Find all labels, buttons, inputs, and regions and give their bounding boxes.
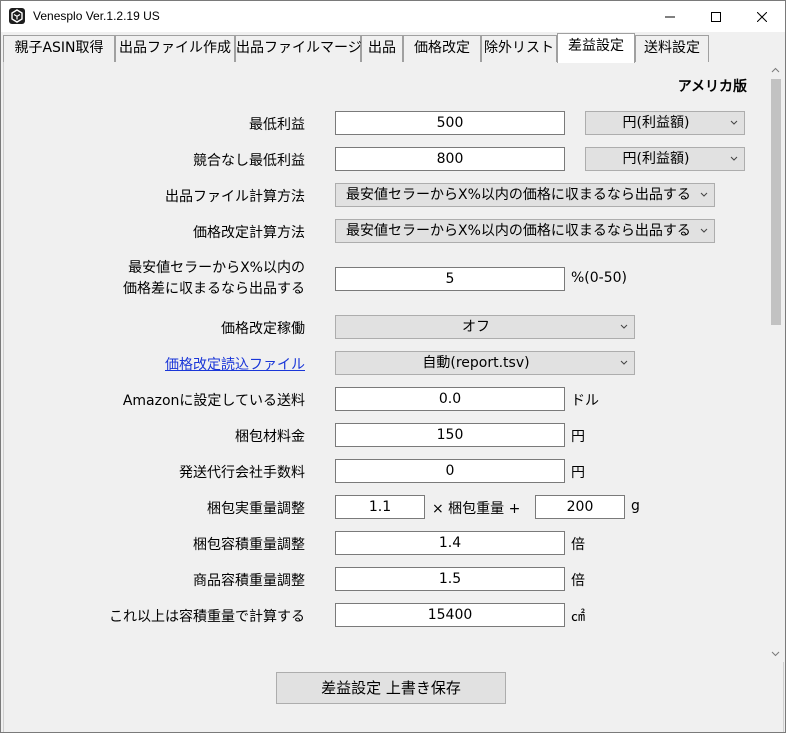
actual-weight-addend-input[interactable]: 200 <box>535 495 625 519</box>
chevron-down-icon <box>700 192 708 197</box>
amazon-shipping-unit: ドル <box>571 393 599 409</box>
app-logo-icon <box>9 8 25 24</box>
min-profit-label: 最低利益 <box>249 117 305 133</box>
price-revision-file-select[interactable]: 自動(report.tsv) <box>335 351 635 375</box>
min-profit-no-comp-unit-value: 円(利益額) <box>622 151 690 167</box>
price-revision-active-label: 価格改定稼働 <box>221 321 305 337</box>
volume-weight-adj-label: 梱包容積重量調整 <box>193 537 305 553</box>
within-pct-input[interactable]: 5 <box>335 267 565 291</box>
tab-parent-asin[interactable]: 親子ASIN取得 <box>3 35 115 62</box>
min-profit-no-comp-input[interactable]: 800 <box>335 147 565 171</box>
tab-merge-listing-file[interactable]: 出品ファイルマージ <box>235 35 362 62</box>
within-pct-label: 最安値セラーからX%以内の 価格差に収まるなら出品する <box>123 258 305 300</box>
amazon-shipping-label: Amazonに設定している送料 <box>122 393 305 409</box>
price-revision-active-select[interactable]: オフ <box>335 315 635 339</box>
price-calc-select[interactable]: 最安値セラーからX%以内の価格に収まるなら出品する <box>335 219 715 243</box>
min-profit-no-comp-unit-select[interactable]: 円(利益額) <box>585 147 745 171</box>
volume-threshold-input[interactable]: 15400 <box>335 603 565 627</box>
tab-price-revision[interactable]: 価格改定 <box>403 35 481 62</box>
chevron-down-icon <box>620 324 628 329</box>
actual-weight-adj-label: 梱包実重量調整 <box>207 501 305 517</box>
minimize-icon <box>665 16 675 17</box>
agent-fee-unit: 円 <box>571 465 585 481</box>
price-revision-file-link[interactable]: 価格改定読込ファイル <box>165 354 305 374</box>
agent-fee-label: 発送代行会社手数料 <box>179 465 305 481</box>
listing-calc-value: 最安値セラーからX%以内の価格に収まるなら出品する <box>346 187 691 203</box>
volume-threshold-unit: ㎠ <box>571 609 585 625</box>
price-calc-label: 価格改定計算方法 <box>193 225 305 241</box>
listing-calc-select[interactable]: 最安値セラーからX%以内の価格に収まるなら出品する <box>335 183 715 207</box>
product-volume-adj-label: 商品容積重量調整 <box>193 573 305 589</box>
min-profit-input[interactable]: 500 <box>335 111 565 135</box>
min-profit-no-comp-label: 競合なし最低利益 <box>193 153 305 169</box>
actual-weight-unit: g <box>631 498 640 514</box>
chevron-down-icon <box>700 228 708 233</box>
min-profit-unit-value: 円(利益額) <box>622 115 690 131</box>
tab-create-listing-file[interactable]: 出品ファイル作成 <box>115 35 235 62</box>
window-title: Venesplo Ver.1.2.19 US <box>33 9 160 23</box>
within-pct-unit: %(0-50) <box>571 270 627 286</box>
close-icon <box>757 11 767 22</box>
app-window: Venesplo Ver.1.2.19 US 親子ASIN取得 出品ファイル作成… <box>0 0 786 733</box>
amazon-shipping-input[interactable]: 0.0 <box>335 387 565 411</box>
tab-shipping-settings[interactable]: 送料設定 <box>635 35 709 62</box>
close-button[interactable] <box>739 1 785 32</box>
scroll-thumb[interactable] <box>771 79 781 325</box>
chevron-down-icon <box>730 156 738 161</box>
packing-cost-label: 梱包材料金 <box>235 429 305 445</box>
min-profit-unit-select[interactable]: 円(利益額) <box>585 111 745 135</box>
within-pct-label-line2: 価格差に収まるなら出品する <box>123 281 305 297</box>
actual-weight-mid-text: × 梱包重量 + <box>432 501 521 517</box>
volume-weight-adj-unit: 倍 <box>571 537 585 553</box>
packing-cost-input[interactable]: 150 <box>335 423 565 447</box>
chevron-down-icon <box>620 360 628 365</box>
volume-weight-adj-input[interactable]: 1.4 <box>335 531 565 555</box>
price-revision-active-value: オフ <box>462 319 490 335</box>
tab-strip: 親子ASIN取得 出品ファイル作成 出品ファイルマージ 出品 価格改定 除外リス… <box>1 32 785 93</box>
scroll-down-icon[interactable] <box>771 651 780 657</box>
maximize-icon <box>711 11 721 22</box>
product-volume-adj-unit: 倍 <box>571 573 585 589</box>
chevron-down-icon <box>730 120 738 125</box>
tab-exclude-list[interactable]: 除外リスト <box>481 35 557 62</box>
within-pct-label-line1: 最安値セラーからX%以内の <box>128 260 305 276</box>
actual-weight-factor-input[interactable]: 1.1 <box>335 495 425 519</box>
region-label: アメリカ版 <box>677 79 747 95</box>
title-bar: Venesplo Ver.1.2.19 US <box>1 1 785 32</box>
vertical-scrollbar[interactable] <box>767 62 784 662</box>
product-volume-adj-input[interactable]: 1.5 <box>335 567 565 591</box>
maximize-button[interactable] <box>693 1 739 32</box>
save-settings-button[interactable]: 差益設定 上書き保存 <box>276 672 506 704</box>
price-calc-value: 最安値セラーからX%以内の価格に収まるなら出品する <box>346 223 691 239</box>
packing-cost-unit: 円 <box>571 429 585 445</box>
listing-calc-label: 出品ファイル計算方法 <box>165 189 305 205</box>
price-revision-file-value: 自動(report.tsv) <box>422 355 530 371</box>
scroll-up-icon[interactable] <box>771 67 780 73</box>
volume-threshold-label: これ以上は容積重量で計算する <box>109 609 305 625</box>
minimize-button[interactable] <box>647 1 693 32</box>
agent-fee-input[interactable]: 0 <box>335 459 565 483</box>
tab-listing[interactable]: 出品 <box>361 35 403 62</box>
margin-settings-page: アメリカ版 最低利益 500 円(利益額) 競合なし最低利益 800 円(利益額… <box>3 62 784 732</box>
tab-margin-settings[interactable]: 差益設定 <box>557 33 635 63</box>
